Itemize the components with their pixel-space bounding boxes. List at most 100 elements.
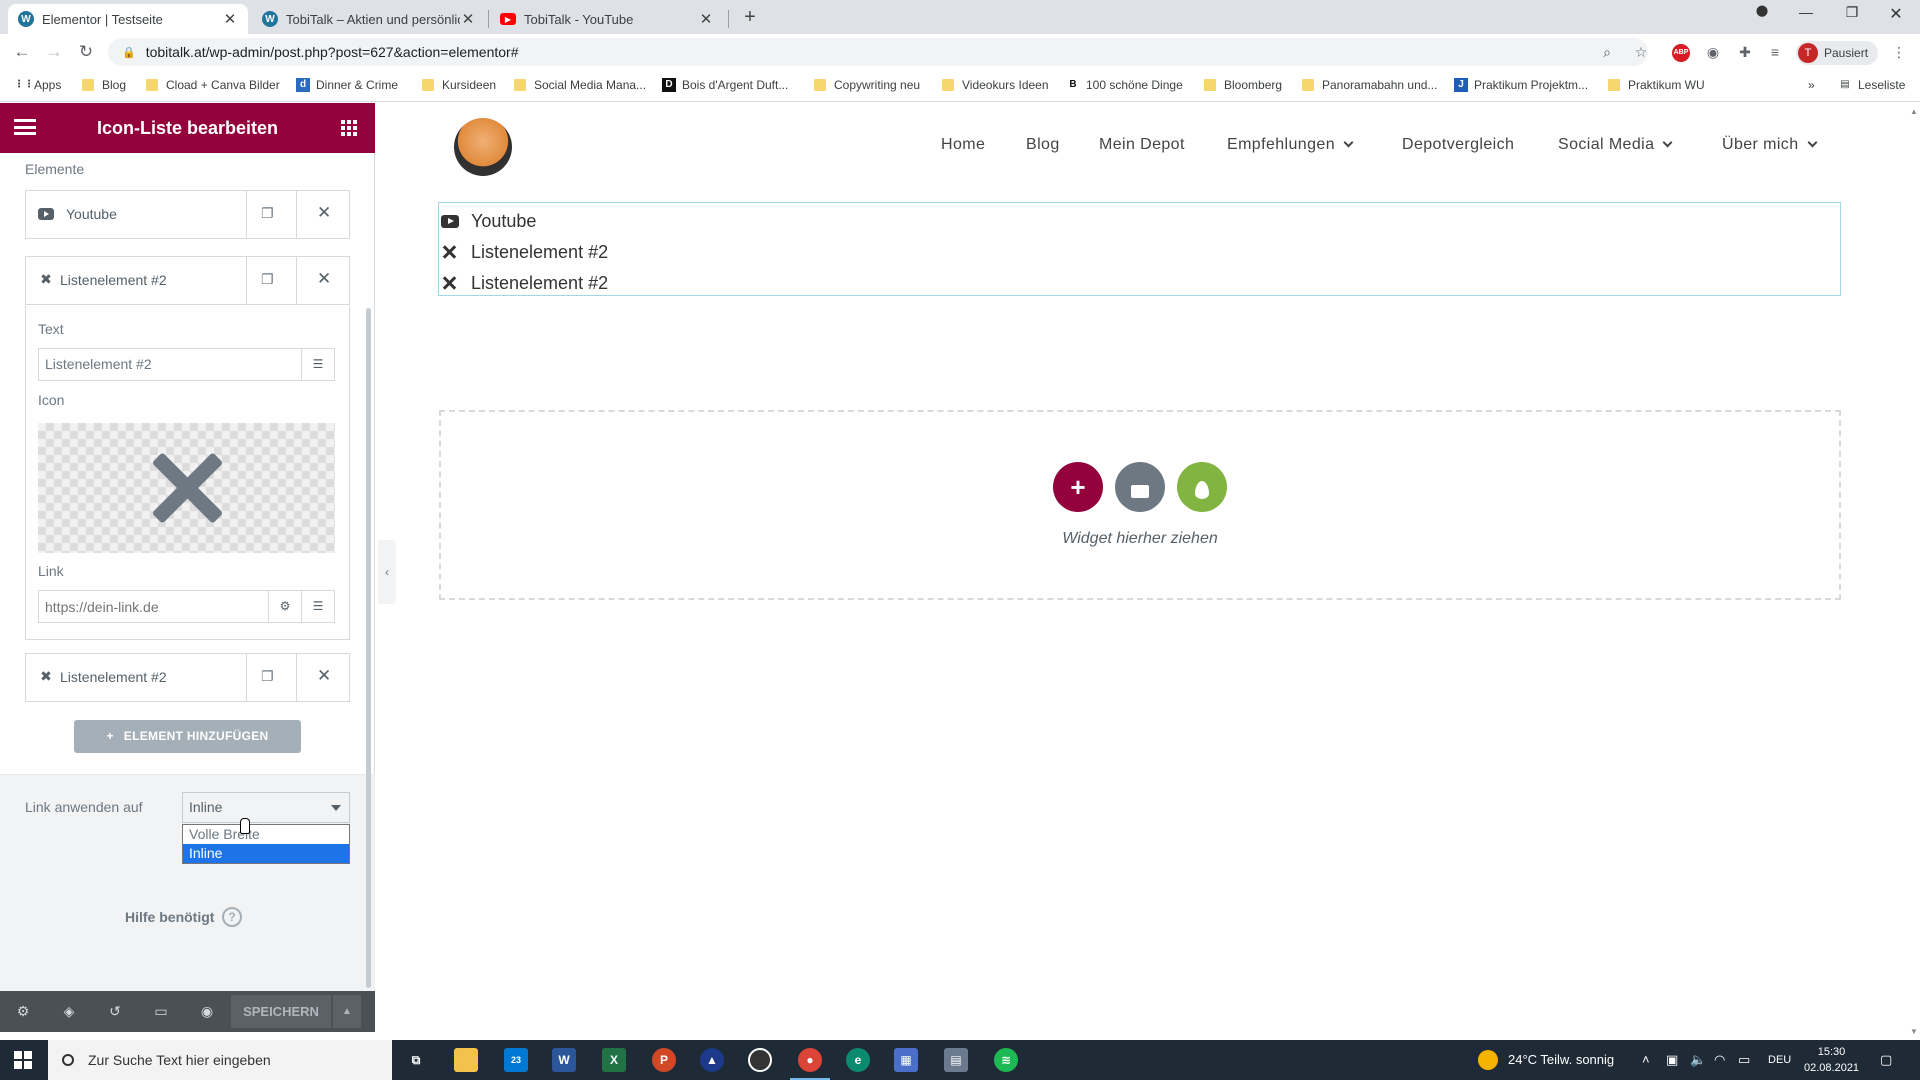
history-icon[interactable]: ↺: [106, 1003, 124, 1021]
icon-picker[interactable]: [38, 423, 335, 553]
tab-tobitalk[interactable]: W TobiTalk – Aktien und persönliche ✕: [252, 4, 486, 34]
bookmark-item[interactable]: Social Media Mana...: [514, 78, 646, 92]
zoom-icon[interactable]: ⌕: [1598, 44, 1616, 62]
nav-social-media[interactable]: Social Media: [1558, 136, 1673, 154]
envato-kit-button[interactable]: [1177, 462, 1227, 512]
notifications-icon[interactable]: ▢: [1880, 1052, 1892, 1068]
bookmark-apps[interactable]: ⋮⋮ Apps: [14, 78, 61, 92]
link-input[interactable]: [38, 590, 269, 623]
scroll-up-icon[interactable]: ▲: [1910, 107, 1918, 116]
task-view-icon[interactable]: ⧉: [404, 1048, 428, 1072]
text-input[interactable]: Listenelement #2: [38, 348, 302, 381]
close-icon[interactable]: ✕: [698, 10, 714, 28]
gear-icon[interactable]: ⚙: [269, 590, 302, 623]
add-element-button[interactable]: + ELEMENT HINZUFÜGEN: [74, 720, 301, 753]
bookmark-item[interactable]: Bloomberg: [1204, 78, 1282, 92]
nav-home[interactable]: Home: [941, 136, 985, 154]
edge-icon[interactable]: e: [846, 1048, 870, 1072]
repeater-item-listenelement[interactable]: ✖ Listenelement #2 ❐ ✕: [25, 653, 350, 702]
back-button[interactable]: ←: [10, 42, 34, 62]
help-link[interactable]: Hilfe benötigt: [125, 909, 214, 925]
question-icon[interactable]: ?: [222, 907, 242, 927]
dynamic-tags-icon[interactable]: ☰: [302, 590, 335, 623]
more-bookmarks-button[interactable]: »: [1808, 78, 1815, 92]
list-item[interactable]: Listenelement #2: [439, 271, 608, 295]
eye-icon[interactable]: ◉: [198, 1003, 216, 1021]
new-tab-button[interactable]: +: [738, 6, 762, 29]
bookmark-item[interactable]: Praktikum WU: [1608, 78, 1705, 92]
nav-depotvergleich[interactable]: Depotvergleich: [1402, 136, 1514, 154]
layers-icon[interactable]: ◈: [60, 1003, 78, 1021]
word-icon[interactable]: W: [552, 1048, 576, 1072]
grammarly-icon[interactable]: ◉: [1704, 44, 1722, 62]
taskbar-search[interactable]: Zur Suche Text hier eingeben: [48, 1040, 392, 1080]
network-icon[interactable]: ▣: [1666, 1052, 1678, 1068]
bookmark-item[interactable]: Blog: [82, 78, 126, 92]
nav-empfehlungen[interactable]: Empfehlungen: [1227, 136, 1354, 154]
bookmark-item[interactable]: J Praktikum Projektm...: [1454, 78, 1588, 92]
template-library-button[interactable]: [1115, 462, 1165, 512]
nav-mein-depot[interactable]: Mein Depot: [1099, 136, 1185, 154]
clock[interactable]: 15:30 02.08.2021: [1804, 1044, 1859, 1076]
add-section-button[interactable]: +: [1053, 462, 1103, 512]
nav-blog[interactable]: Blog: [1026, 136, 1060, 154]
address-bar[interactable]: 🔒 tobitalk.at/wp-admin/post.php?post=627…: [108, 38, 1648, 66]
nav-ueber-mich[interactable]: Über mich: [1722, 136, 1817, 154]
app-icon[interactable]: ▲: [700, 1048, 724, 1072]
repeater-item-listenelement[interactable]: ✖ Listenelement #2 ❐ ✕: [25, 256, 350, 305]
bookmark-item[interactable]: d Dinner & Crime: [296, 78, 398, 92]
site-logo[interactable]: [454, 118, 512, 176]
option-inline[interactable]: Inline: [183, 844, 349, 863]
scroll-down-icon[interactable]: ▼: [1910, 1027, 1918, 1036]
volume-icon[interactable]: 🔈: [1690, 1052, 1706, 1068]
reading-list-button[interactable]: ▤ Leseliste: [1838, 78, 1905, 92]
link-apply-select[interactable]: Inline: [182, 792, 350, 823]
chrome-icon[interactable]: ●: [798, 1048, 822, 1072]
bookmark-item[interactable]: B 100 schöne Dinge: [1066, 78, 1182, 92]
chevron-up-icon[interactable]: ▲: [333, 995, 361, 1028]
duplicate-icon[interactable]: ❐: [261, 668, 274, 685]
window-close-button[interactable]: ✕: [1876, 4, 1916, 24]
excel-icon[interactable]: X: [602, 1048, 626, 1072]
repeater-item-youtube[interactable]: Youtube ❐ ✕: [25, 190, 350, 239]
chevron-up-icon[interactable]: ˄: [1642, 1052, 1650, 1067]
mail-icon[interactable]: 23: [504, 1048, 528, 1072]
tab-elementor[interactable]: W Elementor | Testseite ✕: [8, 4, 248, 34]
obs-icon[interactable]: [748, 1048, 772, 1072]
bookmark-item[interactable]: Copywriting neu: [814, 78, 920, 92]
windows-start-icon[interactable]: [14, 1051, 32, 1069]
bookmark-star-icon[interactable]: ☆: [1632, 44, 1650, 62]
close-icon[interactable]: ✕: [317, 269, 331, 289]
adblock-icon[interactable]: ABP: [1672, 44, 1690, 62]
duplicate-icon[interactable]: ❐: [261, 271, 274, 288]
notepad-icon[interactable]: ▤: [944, 1048, 968, 1072]
close-icon[interactable]: ✕: [317, 666, 331, 686]
option-volle-breite[interactable]: Volle Breite: [183, 825, 349, 844]
icon-list-widget[interactable]: Youtube Listenelement #2 Listenelement #…: [438, 202, 1841, 296]
weather-text[interactable]: 24°C Teilw. sonnig: [1508, 1052, 1614, 1067]
wifi-icon[interactable]: ◠: [1714, 1052, 1725, 1068]
menu-icon[interactable]: ⋮: [1890, 44, 1908, 62]
profile-button[interactable]: T Pausiert: [1796, 41, 1879, 65]
bookmark-item[interactable]: Videokurs Ideen: [942, 78, 1049, 92]
close-icon[interactable]: ✕: [460, 10, 476, 28]
preview-scrollbar[interactable]: ▲ ▼: [1908, 103, 1920, 1040]
bookmark-item[interactable]: Kursideen: [422, 78, 496, 92]
media-icon[interactable]: ≡: [1766, 44, 1784, 62]
collapse-panel-button[interactable]: ‹: [378, 540, 396, 604]
gear-icon[interactable]: ⚙: [14, 1003, 32, 1021]
tab-youtube[interactable]: ▶ TobiTalk - YouTube ✕: [490, 4, 724, 34]
widgets-grid-icon[interactable]: [341, 120, 357, 136]
maximize-button[interactable]: ❐: [1832, 4, 1872, 21]
close-icon[interactable]: ✕: [222, 10, 238, 28]
panel-scrollbar[interactable]: [366, 308, 371, 988]
extensions-icon[interactable]: ✚: [1736, 44, 1754, 62]
tab-search-icon[interactable]: ⬤: [1742, 4, 1782, 17]
keyboard-icon[interactable]: ▭: [1738, 1052, 1750, 1068]
add-section-dropzone[interactable]: + Widget hierher ziehen: [439, 410, 1841, 600]
duplicate-icon[interactable]: ❐: [261, 205, 274, 222]
list-item[interactable]: Listenelement #2: [439, 240, 608, 264]
file-explorer-icon[interactable]: [454, 1048, 478, 1072]
app-icon[interactable]: ▦: [894, 1048, 918, 1072]
save-button[interactable]: SPEICHERN: [231, 995, 331, 1028]
